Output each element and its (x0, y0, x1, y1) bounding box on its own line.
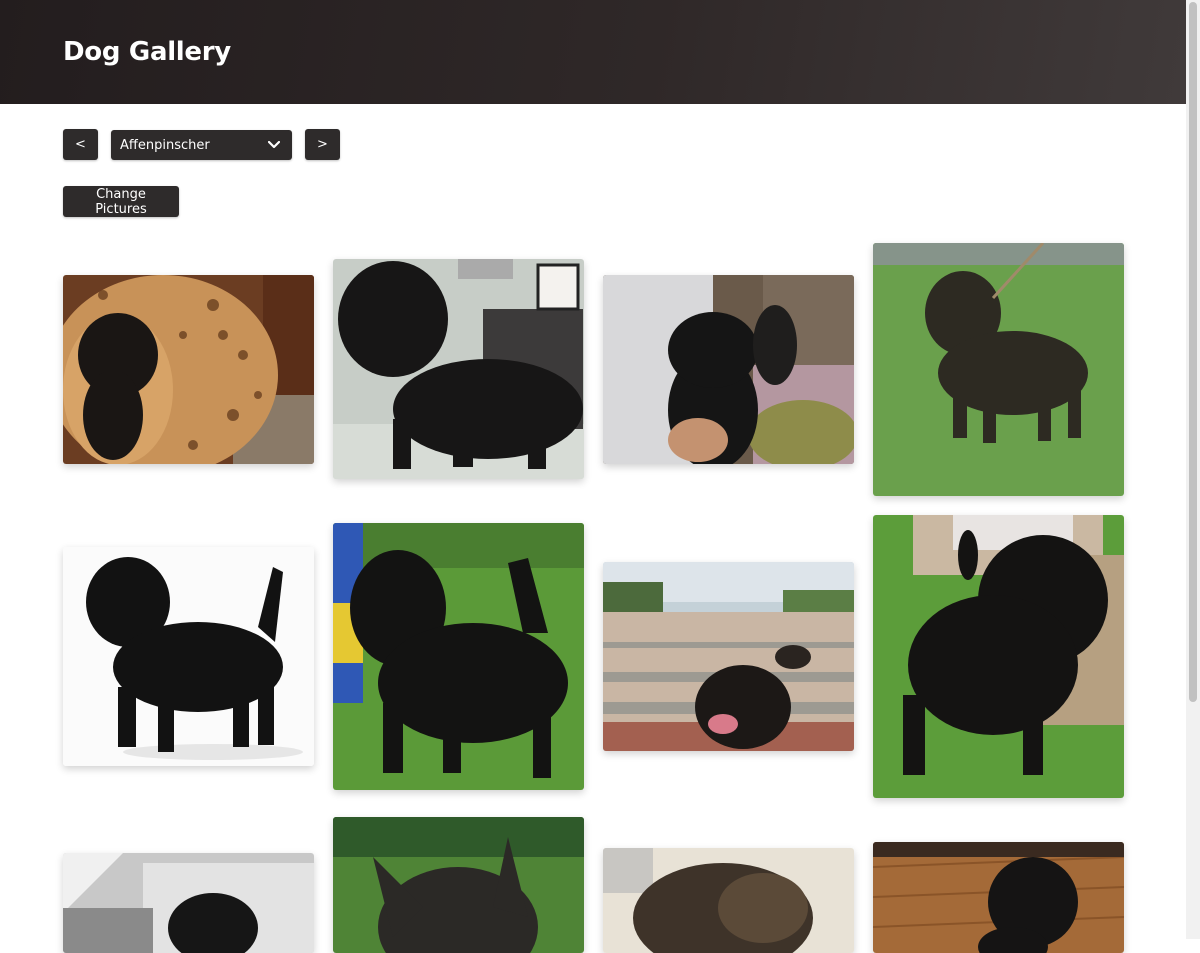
page-header: Dog Gallery (0, 0, 1186, 104)
next-breed-button[interactable]: > (305, 129, 340, 160)
breed-select[interactable]: Affenpinscher (111, 130, 292, 160)
dog-photo (63, 547, 314, 766)
dog-photo (333, 523, 584, 790)
dog-photo (603, 275, 854, 464)
scrollbar-thumb[interactable] (1189, 2, 1197, 702)
dog-photo (873, 842, 1124, 953)
dog-photo (63, 853, 314, 953)
dog-photo (333, 817, 584, 953)
page-title: Dog Gallery (63, 37, 231, 67)
dog-photo (333, 259, 584, 479)
change-pictures-button[interactable]: Change Pictures (63, 186, 179, 217)
chevron-down-icon (268, 141, 280, 149)
breed-select-value: Affenpinscher (120, 138, 210, 153)
dog-photo (603, 848, 854, 953)
dog-photo (873, 515, 1124, 798)
previous-breed-button[interactable]: < (63, 129, 98, 160)
dog-photo (603, 562, 854, 751)
dog-photo (63, 275, 314, 464)
dog-photo (873, 243, 1124, 496)
vertical-scrollbar[interactable] (1186, 0, 1200, 939)
